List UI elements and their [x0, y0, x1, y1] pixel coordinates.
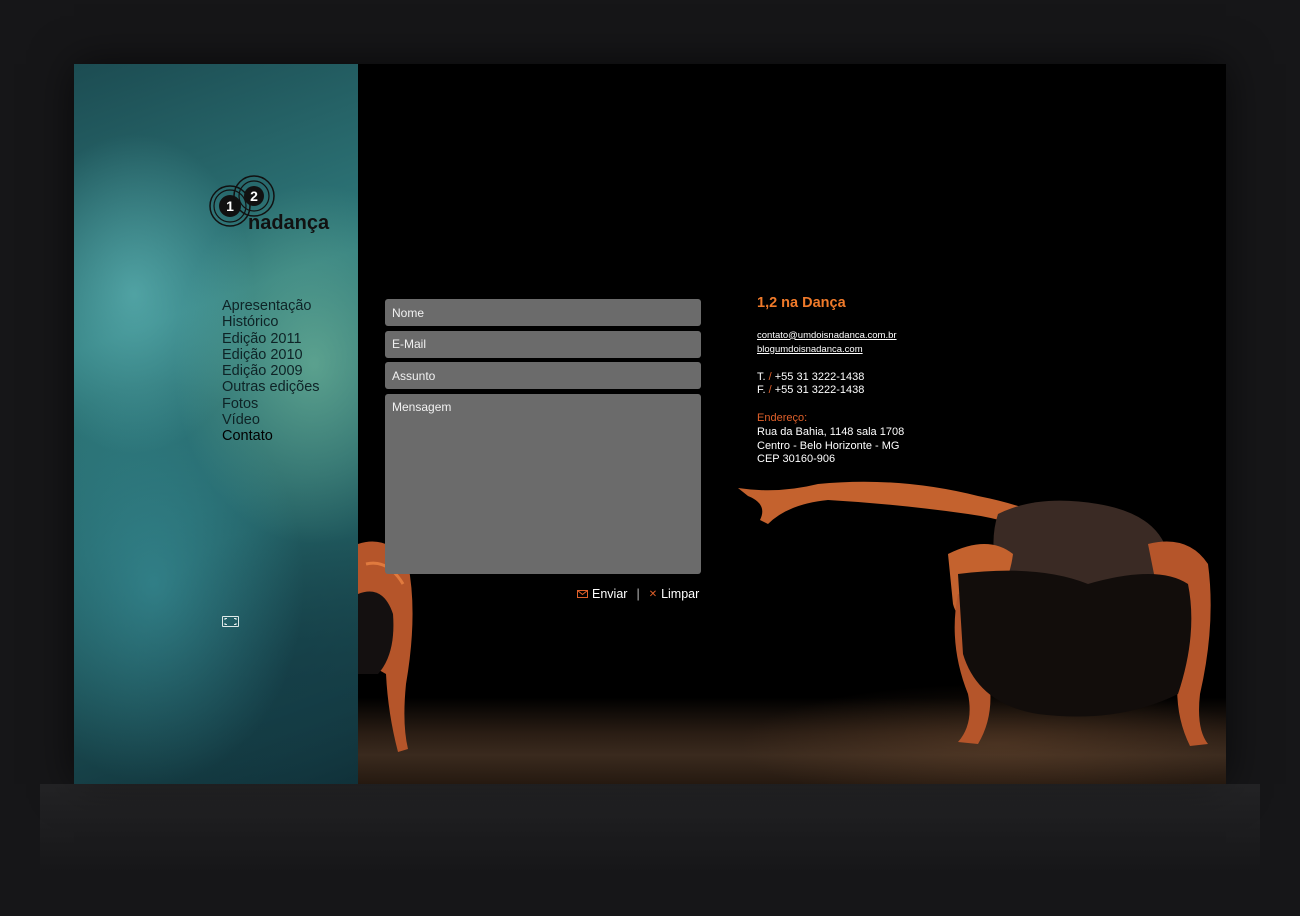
fax-number: +55 31 3222-1438 — [774, 384, 865, 397]
nav-item-outras-edicoes[interactable]: Outras edições — [222, 379, 320, 395]
address-line-2: Centro - Belo Horizonte - MG — [757, 439, 900, 452]
fullscreen-icon[interactable] — [222, 616, 239, 627]
phone-slash: / — [768, 370, 772, 383]
contact-title: 1,2 na Dança — [757, 295, 846, 311]
subject-field[interactable] — [385, 362, 701, 389]
site-frame: 1 2 nadança Apresentação Histórico Ediçã… — [74, 64, 1226, 784]
phone-number: +55 31 3222-1438 — [774, 370, 865, 383]
nav-item-historico[interactable]: Histórico — [222, 314, 320, 330]
phone-line: T. / +55 31 3222-1438 — [757, 371, 904, 385]
fax-prefix: F. — [757, 384, 766, 397]
message-field[interactable] — [385, 393, 701, 574]
actions-separator: | — [636, 587, 640, 601]
floor-reflection — [40, 784, 1260, 874]
phone-prefix: T. — [757, 370, 766, 383]
clear-button[interactable]: ✕ Limpar — [649, 587, 700, 601]
contact-form — [385, 299, 701, 578]
send-label: Enviar — [592, 587, 628, 601]
phone-block: T. / +55 31 3222-1438 F. / +55 31 3222-1… — [757, 371, 904, 398]
nav-item-edicao-2011[interactable]: Edição 2011 — [222, 331, 320, 347]
logo-wordmark: nadança — [248, 212, 330, 234]
blog-link[interactable]: blogumdoisnadanca.com — [757, 343, 904, 357]
fax-line: F. / +55 31 3222-1438 — [757, 384, 904, 398]
name-field[interactable] — [385, 299, 701, 326]
dancer-right-image — [738, 481, 1211, 746]
nav-item-fotos[interactable]: Fotos — [222, 396, 320, 412]
logo-number-1: 1 — [226, 198, 234, 214]
logo-graphic: 1 2 nadança — [209, 175, 330, 234]
mail-icon — [577, 590, 588, 598]
nav-item-contato[interactable]: Contato — [222, 428, 320, 444]
email-link[interactable]: contato@umdoisnadanca.com.br — [757, 329, 904, 343]
fax-slash: / — [768, 384, 772, 397]
address-line-3: CEP 30160-906 — [757, 453, 836, 466]
logo[interactable]: 1 2 nadança — [206, 172, 346, 236]
main-nav: Apresentação Histórico Edição 2011 Ediçã… — [222, 298, 320, 445]
email-field[interactable] — [385, 330, 701, 358]
sidebar: 1 2 nadança Apresentação Histórico Ediçã… — [74, 64, 358, 784]
form-actions: Enviar | ✕ Limpar — [577, 587, 699, 601]
nav-item-edicao-2009[interactable]: Edição 2009 — [222, 363, 320, 379]
nav-item-apresentacao[interactable]: Apresentação — [222, 298, 320, 314]
contact-info: 1,2 na Dança contato@umdoisnadanca.com.b… — [757, 295, 905, 467]
nav-item-video[interactable]: Vídeo — [222, 412, 320, 428]
nav-item-edicao-2010[interactable]: Edição 2010 — [222, 347, 320, 363]
address-label: Endereço: — [757, 412, 808, 425]
logo-number-2: 2 — [250, 188, 258, 204]
clear-label: Limpar — [661, 587, 700, 601]
address-line-1: Rua da Bahia, 1148 sala 1708 — [757, 425, 905, 438]
close-icon: ✕ — [648, 588, 658, 600]
send-button[interactable]: Enviar — [577, 587, 627, 601]
